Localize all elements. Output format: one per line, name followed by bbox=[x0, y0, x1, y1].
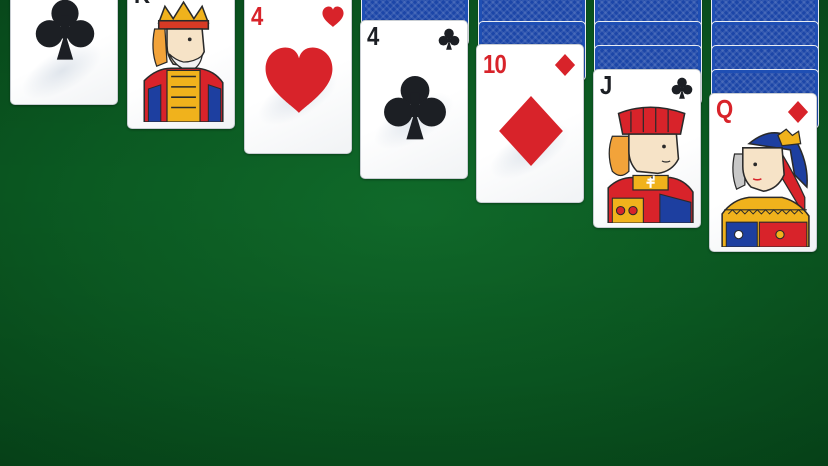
clubs-icon bbox=[437, 27, 461, 51]
card-rank: 4 bbox=[367, 21, 379, 51]
jack-portrait-icon bbox=[607, 106, 694, 223]
hearts-icon bbox=[259, 43, 339, 119]
king-portrait-icon bbox=[143, 0, 224, 122]
clubs-icon bbox=[670, 76, 694, 100]
tableau-card-king[interactable]: K bbox=[127, 0, 235, 129]
card-rank: Q bbox=[716, 94, 733, 124]
clubs-icon bbox=[379, 69, 451, 145]
diamonds-icon bbox=[786, 100, 810, 124]
tableau-card-10-diamonds[interactable]: 10 bbox=[476, 44, 584, 203]
card-rank: 4 bbox=[251, 1, 263, 31]
tableau-card-4-clubs[interactable]: 4 bbox=[360, 20, 468, 179]
diamonds-icon bbox=[493, 93, 569, 169]
hearts-icon bbox=[321, 5, 345, 29]
tableau-card-jack-clubs[interactable]: J bbox=[593, 69, 701, 228]
card-rank: J bbox=[600, 70, 612, 100]
diamonds-icon bbox=[553, 53, 577, 77]
tableau-card-queen-diamonds[interactable]: Q bbox=[709, 93, 817, 252]
tableau-card-clubs[interactable] bbox=[10, 0, 118, 105]
clubs-icon bbox=[31, 0, 99, 63]
queen-portrait-icon bbox=[721, 128, 810, 247]
tableau-card-4-hearts[interactable]: 4 bbox=[244, 0, 352, 154]
card-rank: 10 bbox=[483, 49, 507, 79]
